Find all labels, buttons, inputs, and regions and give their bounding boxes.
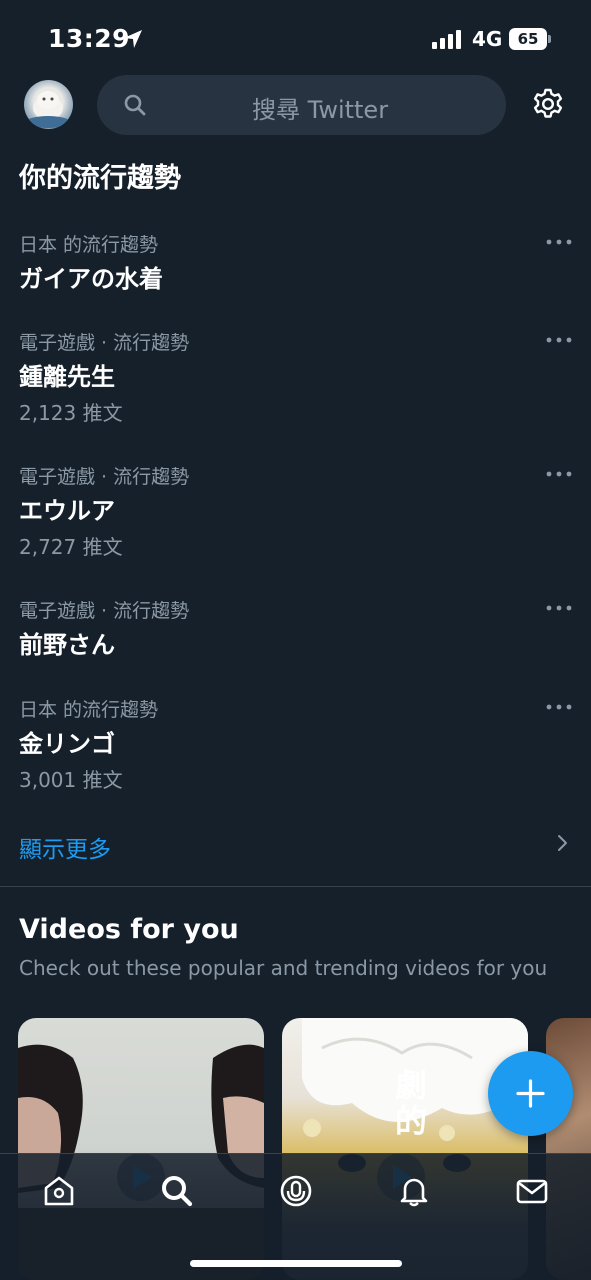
trend-item[interactable]: 日本 的流行趨勢 ガイアの水着: [0, 230, 591, 300]
trend-context: 日本 的流行趨勢: [19, 234, 159, 256]
trend-name: 鍾離先生: [19, 363, 115, 391]
trend-item[interactable]: 電子遊戲 · 流行趨勢 前野さん: [0, 596, 591, 666]
trend-item[interactable]: 電子遊戲 · 流行趨勢 エウルア 2,727 推文: [0, 462, 591, 562]
videos-subtitle: Check out these popular and trending vid…: [19, 956, 548, 980]
battery-level: 65: [509, 28, 547, 50]
trend-name: 金リンゴ: [19, 730, 115, 758]
trend-item[interactable]: 電子遊戲 · 流行趨勢 鍾離先生 2,123 推文: [0, 328, 591, 428]
mail-icon[interactable]: [515, 1174, 549, 1208]
section-divider: [0, 886, 591, 887]
home-indicator: [190, 1260, 402, 1267]
show-more-link[interactable]: 顯示更多: [0, 820, 591, 870]
more-icon[interactable]: [544, 697, 574, 717]
trend-count: 2,123 推文: [19, 401, 123, 425]
home-icon[interactable]: [42, 1174, 76, 1208]
status-bar: 13:29 4G 65: [0, 0, 591, 72]
network-type: 4G: [472, 27, 503, 51]
status-time: 13:29: [48, 24, 131, 53]
spaces-icon[interactable]: [279, 1174, 313, 1208]
bell-icon[interactable]: [397, 1174, 431, 1208]
chevron-right-icon: [558, 835, 567, 851]
more-icon[interactable]: [544, 598, 574, 618]
trend-context: 電子遊戲 · 流行趨勢: [19, 466, 190, 488]
search-icon: [124, 94, 146, 116]
battery-icon: 65: [509, 28, 551, 50]
search-placeholder: 搜尋 Twitter: [252, 96, 389, 124]
signal-icon: [432, 30, 461, 49]
more-icon[interactable]: [544, 232, 574, 252]
trend-context: 日本 的流行趨勢: [19, 699, 159, 721]
location-arrow-icon: [124, 30, 142, 48]
show-more-label: 顯示更多: [19, 837, 111, 863]
more-icon[interactable]: [544, 330, 574, 350]
trend-context: 電子遊戲 · 流行趨勢: [19, 600, 190, 622]
trend-name: ガイアの水着: [19, 265, 163, 293]
trend-item[interactable]: 日本 的流行趨勢 金リンゴ 3,001 推文: [0, 695, 591, 795]
trend-count: 3,001 推文: [19, 768, 123, 792]
compose-button[interactable]: [488, 1051, 573, 1136]
plus-icon: [516, 1079, 545, 1108]
trend-name: 前野さん: [19, 631, 115, 659]
trend-count: 2,727 推文: [19, 535, 123, 559]
search-tab-icon[interactable]: [160, 1174, 194, 1208]
trends-title: 你的流行趨勢: [19, 163, 181, 194]
avatar[interactable]: [24, 80, 73, 129]
more-icon[interactable]: [544, 464, 574, 484]
trend-context: 電子遊戲 · 流行趨勢: [19, 332, 190, 354]
videos-title: Videos for you: [19, 914, 239, 945]
trend-name: エウルア: [19, 497, 115, 525]
gear-icon[interactable]: [531, 87, 565, 121]
video-overlay-text: 劇的: [390, 1068, 428, 1140]
